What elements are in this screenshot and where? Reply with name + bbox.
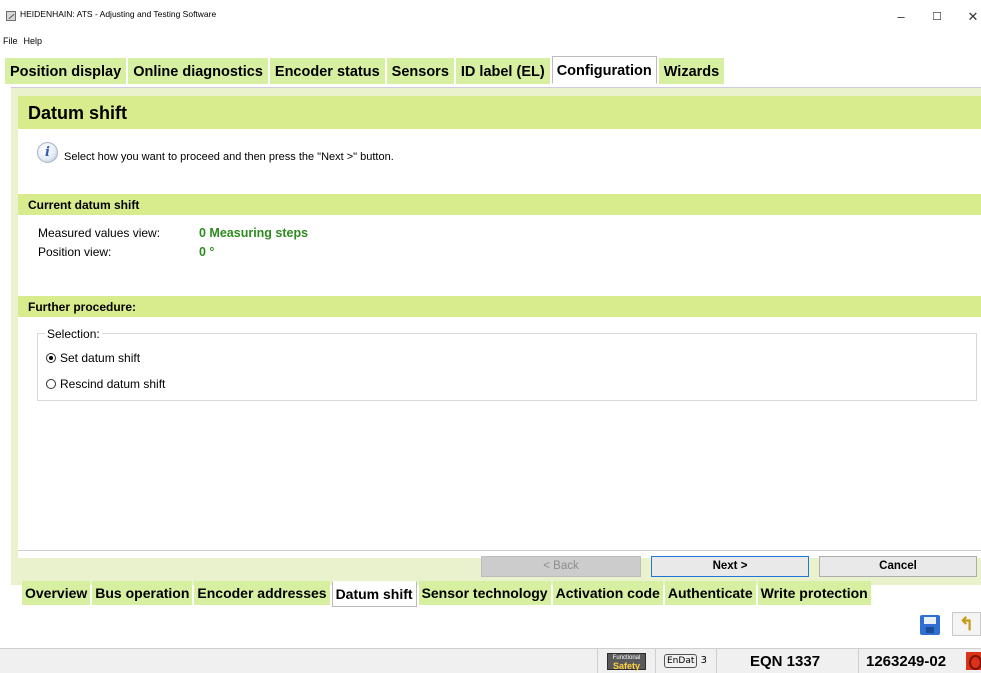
subtab-datum-shift[interactable]: Datum shift [331,581,417,607]
title-bar: HEIDENHAIN: ATS - Adjusting and Testing … [0,0,981,30]
status-bar: Functional Safety EnDat 3 EQN 1337 12632… [0,648,981,673]
endat-version: 3 [700,655,707,666]
tab-position-display[interactable]: Position display [5,58,127,84]
sub-tab-bar: Overview Bus operation Encoder addresses… [22,581,873,607]
app-logo-icon [6,11,16,21]
tab-sensors[interactable]: Sensors [386,58,454,84]
encoder-id-number: 1263249-02 [866,653,947,670]
subtab-encoder-addresses[interactable]: Encoder addresses [194,581,330,605]
info-icon: i [37,142,58,163]
connection-status-icon[interactable] [966,652,981,670]
encoder-model: EQN 1337 [750,653,821,670]
subtab-write-protection[interactable]: Write protection [757,581,871,605]
position-view-value: 0 ° [199,245,215,259]
measured-values-label: Measured values view: [38,226,161,240]
tab-wizards[interactable]: Wizards [658,58,725,84]
status-divider [858,649,859,673]
position-view-label: Position view: [38,245,112,259]
selection-group [37,333,977,401]
measured-values-value: 0 Measuring steps [199,226,309,240]
tab-id-label[interactable]: ID label (EL) [455,58,550,84]
tab-online-diagnostics[interactable]: Online diagnostics [128,58,268,84]
status-divider [655,649,656,673]
save-icon[interactable] [920,615,940,635]
menu-bar: File Help [0,36,45,52]
current-datum-section-bar: Current datum shift [18,194,981,215]
main-tab-bar: Position display Online diagnostics Enco… [5,56,726,84]
subtab-overview[interactable]: Overview [22,581,91,605]
current-datum-title: Current datum shift [28,198,140,212]
endat-badge: EnDat 3 [664,654,707,670]
option-set-datum-shift-label: Set datum shift [60,351,141,365]
menu-help[interactable]: Help [21,36,46,46]
functional-safety-badge: Functional Safety [607,653,646,671]
functional-safety-bottom: Safety [612,661,640,671]
heading-bar: Datum shift [18,96,981,129]
radio-rescind-datum-shift[interactable] [46,379,56,389]
tab-configuration[interactable]: Configuration [551,56,657,84]
close-button[interactable]: ✕ [958,6,981,28]
next-button[interactable]: Next > [651,556,809,577]
wizard-panel: Datum shift [18,96,981,558]
endat-label: EnDat [664,654,698,668]
undo-icon[interactable]: ↰ [952,612,981,636]
subtab-bus-operation[interactable]: Bus operation [92,581,193,605]
page-title: Datum shift [28,103,127,123]
tab-encoder-status[interactable]: Encoder status [269,58,385,84]
option-set-datum-shift[interactable]: Set datum shift [46,351,140,365]
maximize-button[interactable]: ☐ [922,6,952,28]
selection-legend: Selection: [45,327,102,341]
option-rescind-datum-shift-label: Rescind datum shift [60,377,166,391]
button-row-divider [18,550,981,551]
option-rescind-datum-shift[interactable]: Rescind datum shift [46,377,165,391]
cancel-button[interactable]: Cancel [819,556,977,577]
minimize-button[interactable]: – [886,6,916,28]
window-title: HEIDENHAIN: ATS - Adjusting and Testing … [20,9,217,19]
menu-file[interactable]: File [0,36,21,46]
info-message: Select how you want to proceed and then … [64,151,394,163]
subtab-sensor-technology[interactable]: Sensor technology [418,581,551,605]
status-divider [716,649,717,673]
further-procedure-title: Further procedure: [28,300,137,314]
back-button[interactable]: < Back [481,556,641,577]
further-procedure-section-bar: Further procedure: [18,296,981,317]
radio-set-datum-shift[interactable] [46,353,56,363]
subtab-authenticate[interactable]: Authenticate [664,581,756,605]
subtab-activation-code[interactable]: Activation code [552,581,663,605]
status-divider [597,649,598,673]
